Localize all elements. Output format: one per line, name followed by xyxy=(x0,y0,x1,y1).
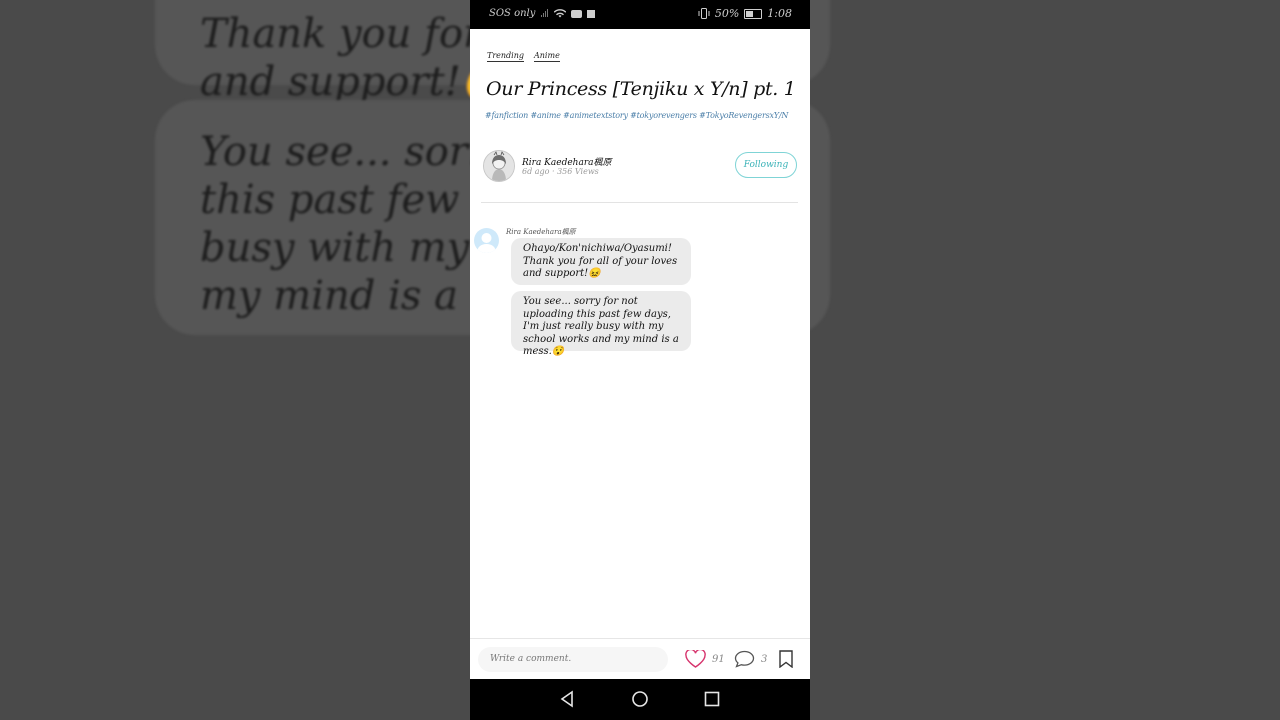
post-title: Our Princess [Tenjiku x Y/n] pt. 1 xyxy=(486,78,796,100)
carrier-text: SOS only xyxy=(489,8,536,19)
clock: 1:08 xyxy=(767,7,792,20)
chat-bubble: You see... sorry for not uploading this … xyxy=(511,291,691,357)
like-button[interactable]: 91 xyxy=(685,650,725,668)
author-meta: 6d ago · 356 Views xyxy=(522,167,599,176)
phone-screen: SOS only 50% 1:08 Trending Anime Our Pri… xyxy=(470,0,810,720)
divider xyxy=(481,202,798,203)
status-bar: SOS only 50% 1:08 xyxy=(470,0,810,29)
default-user-icon xyxy=(477,233,496,253)
message-sender: Rira Kaedehara楓原 xyxy=(506,228,576,236)
bookmark-button[interactable] xyxy=(778,650,794,672)
author-row: Rira Kaedehara楓原 6d ago · 356 Views Foll… xyxy=(483,150,797,182)
bookmark-icon xyxy=(779,650,793,669)
post-tags: Trending Anime xyxy=(487,51,560,62)
back-icon[interactable] xyxy=(559,690,575,708)
wifi-icon xyxy=(554,9,567,18)
action-bar: Write a comment. 91 3 xyxy=(470,638,810,680)
comment-count: 3 xyxy=(761,653,768,665)
message-avatar xyxy=(474,228,499,253)
youtube-icon xyxy=(571,9,583,18)
home-icon[interactable] xyxy=(631,690,649,708)
notification-icon xyxy=(587,9,596,18)
heart-icon xyxy=(685,650,706,668)
status-left: SOS only xyxy=(489,8,596,19)
like-count: 91 xyxy=(712,653,725,665)
author-avatar[interactable] xyxy=(483,150,515,182)
comment-icon xyxy=(734,650,755,668)
recents-icon[interactable] xyxy=(704,690,720,708)
chat-bubble: Ohayo/Kon'nichiwa/Oyasumi! Thank you for… xyxy=(511,238,691,285)
battery-icon xyxy=(744,8,763,19)
following-button[interactable]: Following xyxy=(735,152,797,178)
comment-button[interactable]: 3 xyxy=(734,650,767,668)
comment-input[interactable]: Write a comment. xyxy=(478,647,668,672)
post-hashtags[interactable]: #fanfiction #anime #animetextstory #toky… xyxy=(485,111,788,120)
tag-anime[interactable]: Anime xyxy=(534,51,560,62)
system-nav-bar xyxy=(470,679,810,720)
status-right: 50% 1:08 xyxy=(698,7,792,20)
avatar-illustration xyxy=(484,151,514,181)
signal-icon xyxy=(541,9,549,17)
battery-percent: 50% xyxy=(714,7,740,20)
tag-trending[interactable]: Trending xyxy=(487,51,524,62)
post-content: Trending Anime Our Princess [Tenjiku x Y… xyxy=(470,29,810,638)
vibrate-icon xyxy=(698,8,710,19)
